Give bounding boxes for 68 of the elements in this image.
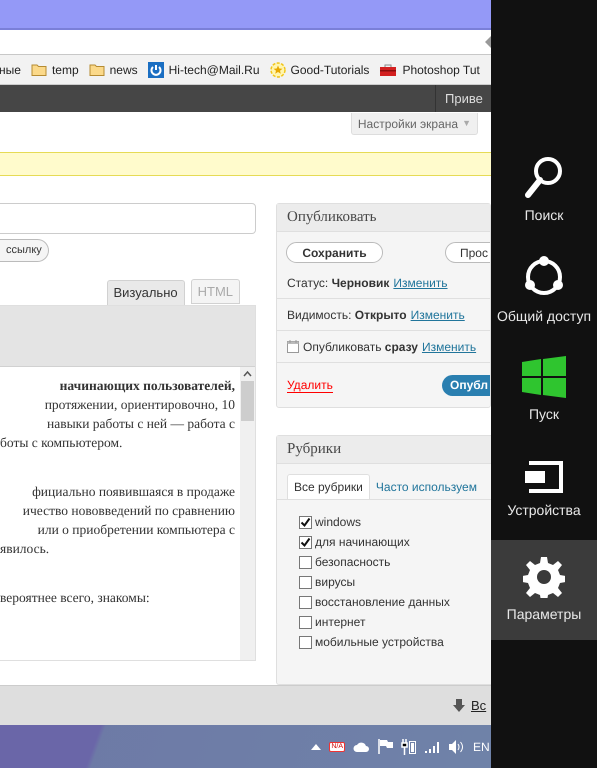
paragraph-line: ичество нововведений по сравнению	[22, 502, 235, 520]
title-field[interactable]	[0, 203, 256, 234]
paragraph-line: или о приобретении компьютера с	[36, 521, 235, 539]
category-tab[interactable]: Все рубрики	[287, 474, 370, 499]
category-label: windows	[315, 514, 362, 531]
category-tab[interactable]: Часто используем	[370, 474, 483, 499]
checkbox[interactable]	[299, 556, 312, 568]
screen-options-button[interactable]: Настройки экрана ▼	[350, 113, 478, 135]
scrollbar[interactable]	[240, 367, 255, 660]
category-label: восстановление данных	[315, 594, 450, 611]
paragraph-line: начинающих пользователей,	[58, 377, 235, 395]
flag-icon[interactable]	[378, 739, 393, 754]
windows-logo-icon	[522, 356, 566, 398]
panel-title: Опубликовать	[277, 204, 490, 232]
toolbox-icon	[379, 62, 398, 76]
checkbox[interactable]	[299, 536, 312, 548]
signal-icon[interactable]	[425, 740, 441, 753]
checkbox[interactable]	[299, 596, 312, 608]
charm-button[interactable]: Параметры	[491, 540, 597, 640]
paragraph-line: боты с компьютером.	[0, 434, 124, 452]
category-label: вирусы	[315, 574, 356, 591]
calendar-icon	[287, 340, 299, 353]
folder-icon	[88, 63, 105, 76]
folder-icon	[30, 63, 47, 76]
speaker-icon[interactable]	[449, 740, 465, 754]
paragraph-line: навыки работы с ней — работа с	[46, 415, 235, 433]
paragraph-line: протяжении, ориентировочно, 10	[44, 396, 235, 414]
gear-icon	[523, 556, 565, 598]
bookmark[interactable]: news	[88, 60, 138, 78]
download-icon	[453, 699, 465, 712]
shortlink-button[interactable]: ссылку	[0, 239, 49, 262]
preview-button[interactable]: Прос	[445, 242, 490, 263]
bookmark[interactable]: Hi-tech@Mail.Ru	[148, 60, 260, 78]
category-label: для начинающих	[315, 534, 410, 551]
devices-icon	[523, 460, 565, 494]
checkbox[interactable]	[299, 576, 312, 588]
category-label: мобильные устройства	[315, 634, 444, 651]
bookmark[interactable]: Good-Tutorials	[270, 60, 370, 78]
battery-icon[interactable]	[401, 738, 417, 754]
search-icon	[524, 154, 564, 198]
scrollbar-thumb[interactable]	[241, 381, 254, 421]
category-label: интернет	[315, 614, 366, 631]
edit-link[interactable]: Изменить	[393, 274, 448, 292]
checkbox[interactable]	[299, 636, 312, 648]
checkbox[interactable]	[299, 616, 312, 628]
status-text: Статус: Черновик	[287, 274, 390, 292]
paragraph-line: вероятнее всего, знакомы:	[0, 589, 151, 607]
delete-link[interactable]: Удалить	[287, 378, 333, 392]
status-text: Опубликовать сразу	[303, 338, 418, 356]
bookmark[interactable]: ные	[0, 60, 21, 78]
language-indicator[interactable]: EN	[473, 738, 491, 756]
paragraph-line: явилось.	[0, 540, 50, 558]
downloads-link[interactable]: Вс	[471, 696, 491, 716]
paragraph-line: фициально появившаяся в продаже	[31, 483, 235, 501]
status-text: Видимость: Открыто	[287, 306, 407, 324]
power-icon	[148, 62, 164, 78]
bookmark[interactable]: Photoshop Tut	[379, 60, 480, 78]
save-button[interactable]: Сохранить	[286, 242, 383, 263]
panel-title: Рубрики	[277, 436, 491, 464]
checkbox[interactable]	[299, 516, 312, 528]
edit-link[interactable]: Изменить	[422, 338, 476, 356]
category-label: безопасность	[315, 554, 390, 571]
cloud-icon[interactable]	[353, 740, 370, 752]
show-hidden-icons[interactable]	[311, 744, 322, 750]
bookmark[interactable]: temp	[30, 60, 79, 78]
edit-link[interactable]: Изменить	[410, 306, 465, 324]
publish-button[interactable]: Опубл	[442, 374, 490, 396]
editor-tab[interactable]: Визуально	[106, 280, 185, 305]
